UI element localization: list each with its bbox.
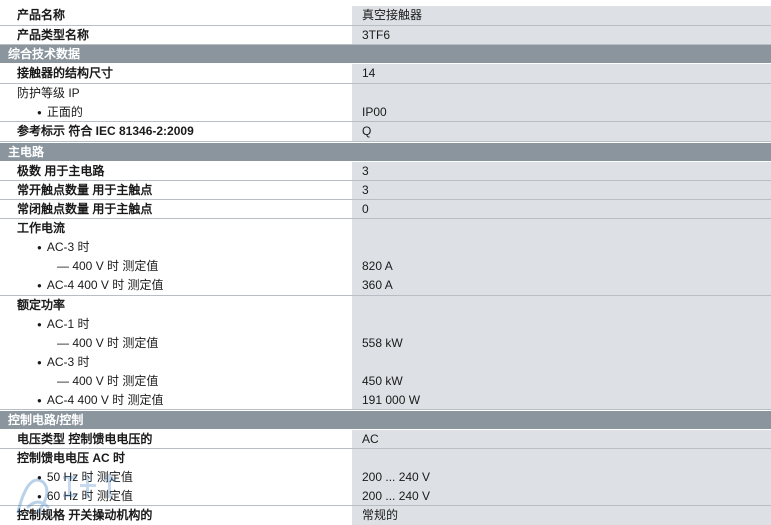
row-ctrl-ac: 控制馈电电压 AC 时 [0,449,771,468]
row-label: — 400 V 时 测定值 [0,334,344,353]
row-value [352,315,771,334]
bullet-icon [37,278,47,292]
row-label: AC-4 400 V 时 测定值 [46,278,164,292]
row-value: Q [352,122,771,142]
row-value: 14 [352,64,771,84]
section-header-main: 主电路 [0,143,771,161]
row-rated-power: 额定功率 [0,296,771,315]
row-label: — 400 V 时 测定值 [0,372,344,391]
row-nc-contacts: 常闭触点数量 用于主触点 0 [0,200,771,219]
row-label: 产品类型名称 [0,26,344,45]
row-label: — 400 V 时 测定值 [0,257,344,276]
row-value: 3TF6 [352,26,771,45]
row-value: 常规的 [352,506,771,525]
row-value: 360 A [352,276,771,296]
row-value: 3 [352,162,771,181]
row-ctrl-spec: 控制规格 开关操动机构的 常规的 [0,506,771,525]
row-ac3b: AC-3 时 [0,353,771,372]
row-op-current: 工作电流 [0,219,771,238]
row-value: IP00 [352,103,771,122]
row-label: 控制馈电电压 AC 时 [0,449,344,468]
row-value: 820 A [352,257,771,276]
row-value [352,84,771,103]
row-ac3-400: — 400 V 时 测定值 820 A [0,257,771,276]
bullet-icon [37,355,47,369]
row-label: 电压类型 控制馈电电压的 [0,430,344,449]
row-label: 正面的 [46,105,83,119]
row-ac1: AC-1 时 [0,315,771,334]
row-value [352,238,771,257]
row-value: 200 ... 240 V [352,487,771,506]
row-label: 控制规格 开关操动机构的 [0,506,344,525]
row-value: 3 [352,181,771,200]
row-poles: 极数 用于主电路 3 [0,162,771,181]
row-voltage-type: 电压类型 控制馈电电压的 AC [0,430,771,449]
row-label: AC-3 时 [46,355,90,369]
row-ac4b-400: AC-4 400 V 时 测定值 191 000 W [0,391,771,410]
row-ip-front: 正面的 IP00 [0,103,771,122]
row-value [352,449,771,468]
spec-sheet: 产品名称 真空接触器 产品类型名称 3TF6 综合技术数据 接触器的结构尺寸 1… [0,0,771,525]
row-product-name: 产品名称 真空接触器 [0,6,771,26]
row-value: 200 ... 240 V [352,468,771,487]
bullet-icon [37,489,47,503]
row-ac4-400: AC-4 400 V 时 测定值 360 A [0,276,771,296]
row-value [352,219,771,238]
bullet-icon [37,105,47,119]
section-header-control: 控制电路/控制 [0,411,771,429]
row-label: AC-1 时 [46,317,90,331]
row-ip: 防护等级 IP [0,84,771,103]
row-label: 常开触点数量 用于主触点 [0,181,344,200]
section-header-general: 综合技术数据 [0,45,771,63]
row-label: 产品名称 [0,6,344,26]
row-value: 558 kW [352,334,771,353]
row-ref: 参考标示 符合 IEC 81346-2:2009 Q [0,122,771,142]
row-ac3: AC-3 时 [0,238,771,257]
row-value: 191 000 W [352,391,771,410]
row-label: 60 Hz 时 测定值 [46,489,133,503]
bullet-icon [37,393,47,407]
row-value [352,353,771,372]
row-ac1-400: — 400 V 时 测定值 558 kW [0,334,771,353]
row-size: 接触器的结构尺寸 14 [0,64,771,84]
row-60hz: 60 Hz 时 测定值 200 ... 240 V [0,487,771,506]
row-ac3b-400: — 400 V 时 测定值 450 kW [0,372,771,391]
row-value: 真空接触器 [352,6,771,26]
row-label: 常闭触点数量 用于主触点 [0,200,344,219]
row-product-type: 产品类型名称 3TF6 [0,26,771,45]
row-no-contacts: 常开触点数量 用于主触点 3 [0,181,771,200]
row-value: 0 [352,200,771,219]
row-label: AC-4 400 V 时 测定值 [46,393,164,407]
bullet-icon [37,470,47,484]
row-label: 50 Hz 时 测定值 [46,470,133,484]
row-label: 额定功率 [0,296,344,315]
row-label: 防护等级 IP [0,84,344,103]
row-value: 450 kW [352,372,771,391]
row-label: 参考标示 符合 IEC 81346-2:2009 [0,122,344,142]
row-label: 极数 用于主电路 [0,162,344,181]
row-label: 接触器的结构尺寸 [0,64,344,84]
row-value [352,296,771,315]
bullet-icon [37,317,47,331]
bullet-icon [37,240,47,254]
row-label: AC-3 时 [46,240,90,254]
row-50hz: 50 Hz 时 测定值 200 ... 240 V [0,468,771,487]
row-label: 工作电流 [0,219,344,238]
row-value: AC [352,430,771,449]
